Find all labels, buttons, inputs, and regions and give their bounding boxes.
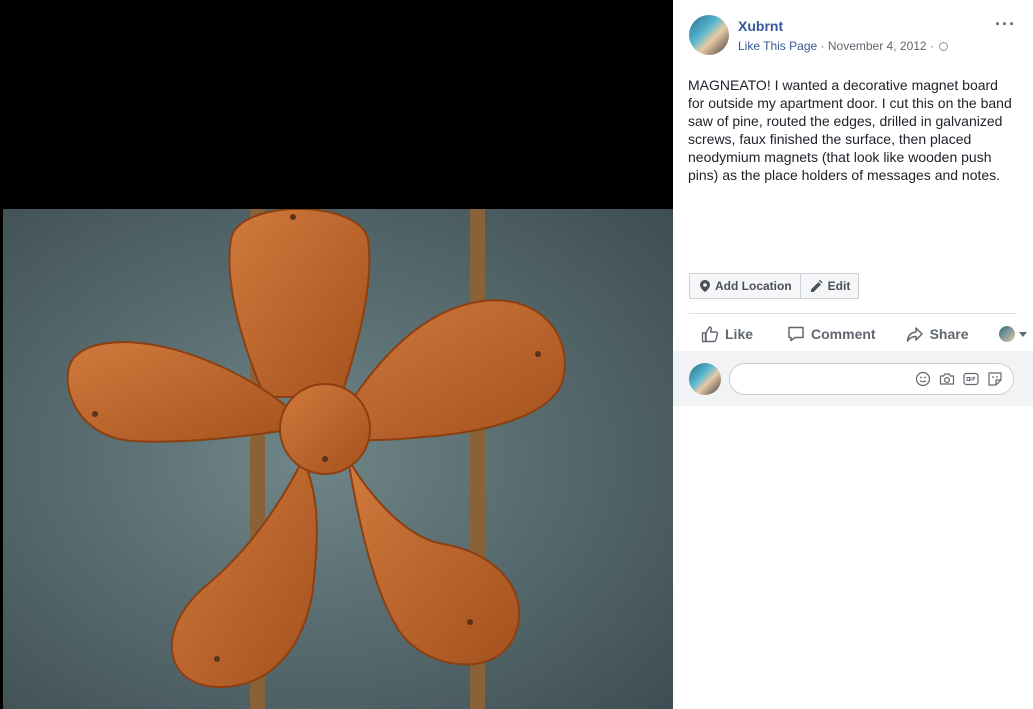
meta-separator: · [929,39,934,53]
audience-selector[interactable] [998,326,1027,342]
commenter-avatar [689,363,721,395]
like-button[interactable]: Like [701,325,753,343]
more-options-icon[interactable]: ··· [995,14,1016,35]
share-button[interactable]: Share [906,325,969,343]
post-sidebar: Xubrnt Like This Page · November 4, 2012… [673,0,1033,709]
post-meta: Like This Page · November 4, 2012 · [738,39,949,53]
like-page-link[interactable]: Like This Page [738,39,817,53]
comment-input[interactable] [729,363,1014,395]
comment-label: Comment [811,326,876,342]
caret-down-icon [1018,331,1027,337]
edit-label: Edit [827,279,851,293]
emoji-icon[interactable] [915,371,931,392]
post-text: MAGNEATO! I wanted a decorative magnet b… [688,77,1012,183]
post-actions: Add Location Edit [689,273,860,299]
globe-icon[interactable] [939,42,949,51]
post-date[interactable]: November 4, 2012 [828,39,927,53]
author-name[interactable]: Xubrnt [738,18,783,34]
share-label: Share [929,326,969,342]
gif-icon[interactable] [963,371,979,392]
comment-composer [673,351,1033,406]
meta-separator: · [820,39,825,53]
thumbs-up-icon [701,326,719,343]
sticker-icon[interactable] [987,371,1003,392]
camera-icon[interactable] [939,371,955,392]
pencil-icon [810,280,823,292]
reaction-bar: Like Comment Share [689,318,1027,350]
like-label: Like [725,326,754,342]
comment-button[interactable]: Comment [787,325,876,343]
author-avatar[interactable] [689,15,729,55]
add-location-label: Add Location [715,279,792,293]
comment-icons [915,371,1003,392]
comment-bubble-icon [788,326,804,342]
page-avatar-mini [998,326,1015,342]
location-pin-icon [700,280,710,292]
divider [689,313,1017,314]
post-photo [3,209,673,709]
share-arrow-icon [906,327,923,342]
add-location-button[interactable]: Add Location [690,274,800,298]
photo-viewer[interactable] [0,0,673,709]
edit-button[interactable]: Edit [799,274,859,298]
